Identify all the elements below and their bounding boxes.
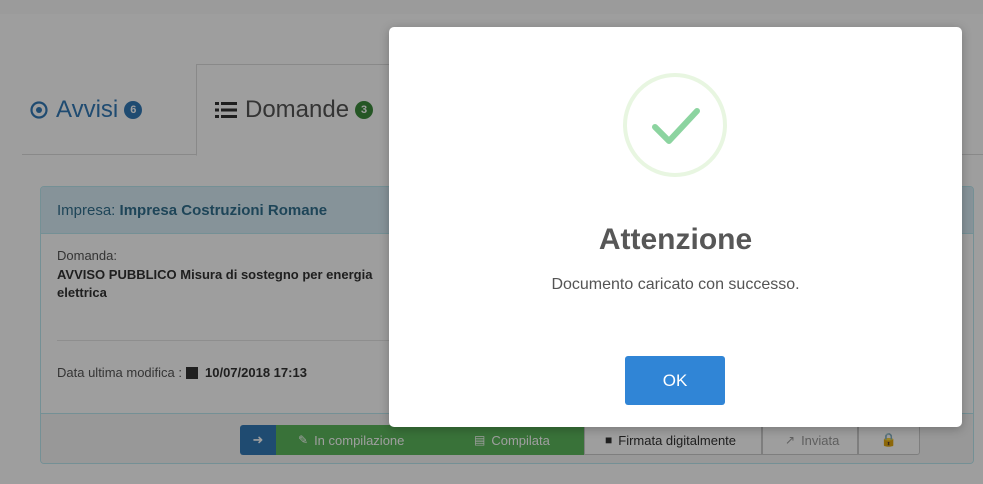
success-dialog: Attenzione Documento caricato con succes… [389,27,962,427]
success-check-icon [623,73,727,177]
dialog-message: Documento caricato con successo. [551,276,800,293]
ok-button[interactable]: OK [625,356,725,405]
dialog-title: Attenzione [598,223,753,256]
